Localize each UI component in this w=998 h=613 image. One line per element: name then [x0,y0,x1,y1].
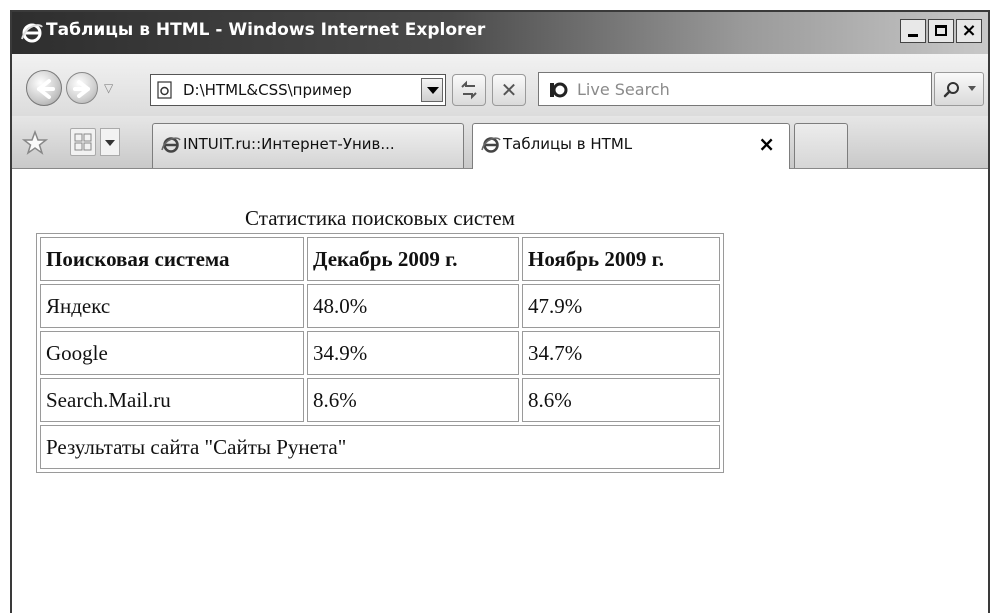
ie-logo-icon [21,23,43,43]
stop-button[interactable]: ✕ [492,74,526,106]
ie-page-icon [481,137,501,153]
stats-table: Статистика поисковых систем Поисковая си… [36,206,724,473]
address-bar[interactable]: D:\HTML&CSS\пример [150,74,446,106]
back-arrow-icon [37,79,55,99]
header-cell: Декабрь 2009 г. [307,237,519,281]
close-icon: × [961,20,977,41]
tab-close-icon[interactable]: × [758,132,775,156]
table-cell: Search.Mail.ru [40,378,304,422]
forward-arrow-icon [73,80,90,98]
page-icon [157,81,172,99]
forward-button[interactable] [66,72,98,104]
tab-label: Таблицы в HTML [503,135,633,153]
refresh-button[interactable] [452,74,486,106]
tab-bar: INTUIT.ru::Интернет-Унив... Таблицы в HT… [12,116,988,169]
maximize-icon [935,25,947,36]
table-caption: Статистика поисковых систем [245,206,515,230]
table-row: Яндекс 48.0% 47.9% [40,284,720,328]
header-cell: Поисковая система [40,237,304,281]
tab-intuit[interactable]: INTUIT.ru::Интернет-Унив... [152,123,464,168]
refresh-icon [461,80,477,100]
tab-label: INTUIT.ru::Интернет-Унив... [183,135,395,153]
ie-page-icon [161,137,181,153]
new-tab-button[interactable] [794,123,848,168]
title-bar: Таблицы в HTML - Windows Internet Explor… [12,12,988,54]
table-cell: Google [40,331,304,375]
address-input[interactable]: D:\HTML&CSS\пример [183,81,403,99]
navigation-bar: ▽ D:\HTML&CSS\пример ✕ Live Search [12,54,988,117]
favorites-star-icon[interactable] [22,130,48,156]
maximize-button[interactable] [928,19,954,43]
table-row: Search.Mail.ru 8.6% 8.6% [40,378,720,422]
search-placeholder: Live Search [577,80,670,99]
table-cell: 8.6% [307,378,519,422]
table-footer-row: Результаты сайта "Сайты Рунета" [40,425,720,469]
live-search-icon [550,82,568,98]
quick-tabs-icon [74,133,92,151]
close-button[interactable]: × [956,19,982,43]
minimize-icon [908,34,918,37]
tab-list-dropdown[interactable] [100,128,120,156]
page-content: Статистика поисковых систем Поисковая си… [12,169,988,613]
table-row: Google 34.9% 34.7% [40,331,720,375]
tab-tables-html[interactable]: Таблицы в HTML × [472,123,790,169]
quick-tabs-button[interactable] [70,128,96,156]
search-box[interactable]: Live Search [538,72,932,106]
magnifier-icon [943,82,959,98]
search-options-arrow-icon [968,86,976,91]
table-cell: 47.9% [522,284,720,328]
table-cell: 34.9% [307,331,519,375]
back-button[interactable] [26,70,62,106]
table-header-row: Поисковая система Декабрь 2009 г. Ноябрь… [40,237,720,281]
table-cell: Яндекс [40,284,304,328]
table-cell: 34.7% [522,331,720,375]
history-dropdown[interactable]: ▽ [104,81,113,95]
browser-window: Таблицы в HTML - Windows Internet Explor… [10,10,990,613]
table-cell: 8.6% [522,378,720,422]
window-controls: × [900,19,982,43]
stop-icon: ✕ [500,78,518,102]
table-footer-cell: Результаты сайта "Сайты Рунета" [40,425,720,469]
window-title: Таблицы в HTML - Windows Internet Explor… [46,20,486,40]
header-cell: Ноябрь 2009 г. [522,237,720,281]
table-cell: 48.0% [307,284,519,328]
address-dropdown-button[interactable] [421,78,443,102]
search-button[interactable] [934,72,984,106]
minimize-button[interactable] [900,19,926,43]
